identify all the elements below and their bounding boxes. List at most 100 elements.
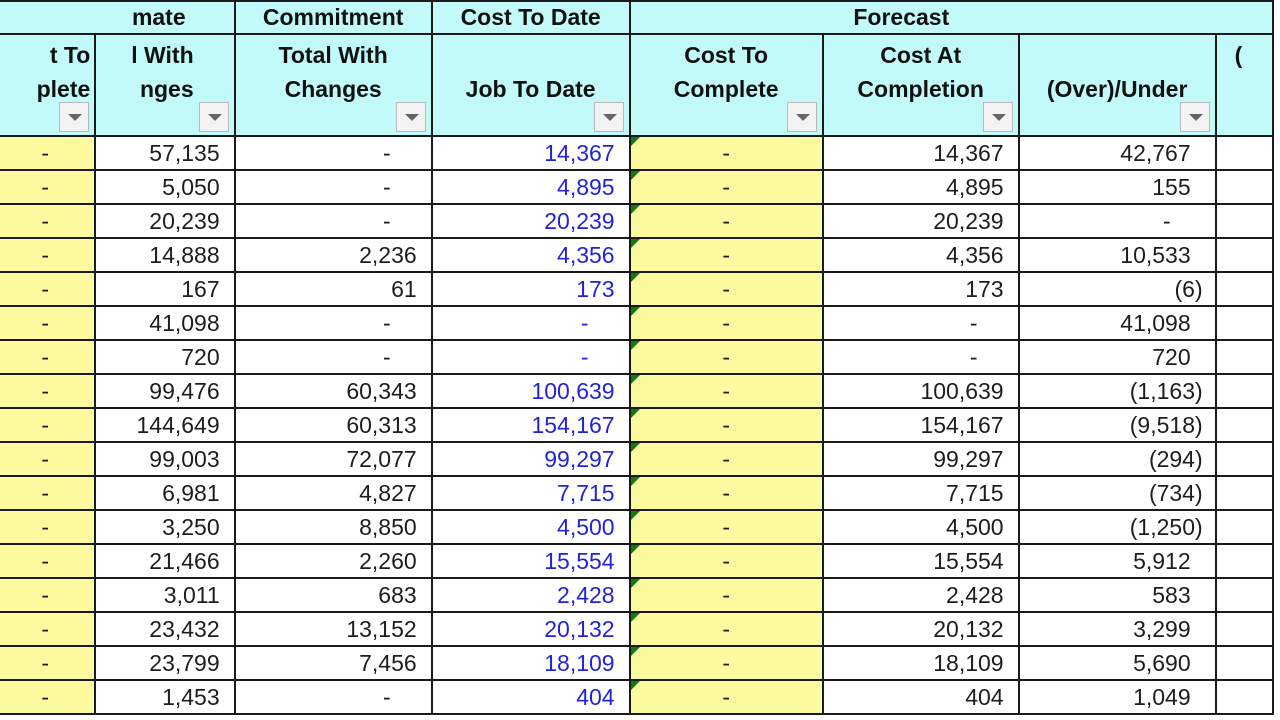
cell-over-under[interactable]: 1,049	[1017, 679, 1217, 715]
cell-job-to-date[interactable]: -	[430, 339, 631, 375]
cell-cost-at-completion[interactable]: 15,554	[821, 543, 1020, 579]
cell-commitment-total[interactable]: 8,850	[233, 509, 433, 545]
cell-job-to-date[interactable]: 15,554	[430, 543, 631, 579]
cell-cost-at-completion[interactable]: -	[821, 339, 1020, 375]
cell-estimate-total[interactable]: 3,250	[94, 509, 236, 545]
cell-cost-to-complete[interactable]: -	[628, 441, 824, 477]
cell-next[interactable]	[1214, 169, 1275, 205]
cell-cost-to-complete-prev[interactable]: -	[0, 543, 97, 579]
cell-cost-at-completion[interactable]: 2,428	[821, 577, 1020, 613]
cell-cost-to-complete[interactable]: -	[628, 509, 824, 545]
cell-job-to-date[interactable]: 173	[430, 271, 631, 307]
filter-dropdown-button[interactable]	[593, 102, 624, 132]
cell-cost-to-complete-prev[interactable]: -	[0, 135, 97, 171]
cell-commitment-total[interactable]: 60,343	[233, 373, 433, 409]
cell-estimate-total[interactable]: 99,476	[94, 373, 236, 409]
cell-cost-to-complete-prev[interactable]: -	[0, 169, 97, 205]
cell-cost-to-complete[interactable]: -	[628, 679, 824, 715]
cell-job-to-date[interactable]: 404	[430, 679, 631, 715]
cell-commitment-total[interactable]: -	[233, 305, 433, 341]
cell-commitment-total[interactable]: 72,077	[233, 441, 433, 477]
cell-estimate-total[interactable]: 167	[94, 271, 236, 307]
cell-next[interactable]	[1214, 237, 1275, 273]
cell-commitment-total[interactable]: 13,152	[233, 611, 433, 647]
cell-over-under[interactable]: 5,690	[1017, 645, 1217, 681]
cell-job-to-date[interactable]: 154,167	[430, 407, 631, 443]
cell-estimate-total[interactable]: 720	[94, 339, 236, 375]
filter-dropdown-button[interactable]	[59, 102, 90, 132]
cell-cost-at-completion[interactable]: 18,109	[821, 645, 1020, 681]
cell-cost-to-complete[interactable]: -	[628, 543, 824, 579]
cell-next[interactable]	[1214, 135, 1275, 171]
filter-dropdown-button[interactable]	[1179, 102, 1210, 132]
cell-commitment-total[interactable]: -	[233, 203, 433, 239]
cell-cost-to-complete[interactable]: -	[628, 203, 824, 239]
filter-dropdown-button[interactable]	[198, 102, 229, 132]
cell-estimate-total[interactable]: 3,011	[94, 577, 236, 613]
cell-cost-to-complete[interactable]: -	[628, 237, 824, 273]
cell-estimate-total[interactable]: 1,453	[94, 679, 236, 715]
cell-cost-at-completion[interactable]: 20,132	[821, 611, 1020, 647]
cell-cost-to-complete[interactable]: -	[628, 169, 824, 205]
cell-over-under[interactable]: 42,767	[1017, 135, 1217, 171]
cell-over-under[interactable]: (6)	[1017, 271, 1217, 307]
cell-cost-to-complete[interactable]: -	[628, 577, 824, 613]
cell-cost-to-complete[interactable]: -	[628, 475, 824, 511]
cell-cost-to-complete-prev[interactable]: -	[0, 577, 97, 613]
cell-commitment-total[interactable]: 2,260	[233, 543, 433, 579]
cell-commitment-total[interactable]: 7,456	[233, 645, 433, 681]
cell-over-under[interactable]: 720	[1017, 339, 1217, 375]
cell-next[interactable]	[1214, 373, 1275, 409]
cell-job-to-date[interactable]: -	[430, 305, 631, 341]
cell-cost-at-completion[interactable]: 7,715	[821, 475, 1020, 511]
cell-estimate-total[interactable]: 5,050	[94, 169, 236, 205]
cell-commitment-total[interactable]: -	[233, 169, 433, 205]
cell-estimate-total[interactable]: 23,432	[94, 611, 236, 647]
cell-job-to-date[interactable]: 4,500	[430, 509, 631, 545]
cell-estimate-total[interactable]: 144,649	[94, 407, 236, 443]
cell-cost-at-completion[interactable]: 404	[821, 679, 1020, 715]
cell-cost-to-complete[interactable]: -	[628, 407, 824, 443]
cell-over-under[interactable]: 155	[1017, 169, 1217, 205]
filter-dropdown-button[interactable]	[786, 102, 817, 132]
filter-dropdown-button[interactable]	[395, 102, 426, 132]
cell-cost-to-complete-prev[interactable]: -	[0, 645, 97, 681]
cell-commitment-total[interactable]: 61	[233, 271, 433, 307]
cell-estimate-total[interactable]: 99,003	[94, 441, 236, 477]
cell-cost-at-completion[interactable]: 20,239	[821, 203, 1020, 239]
cell-cost-to-complete-prev[interactable]: -	[0, 679, 97, 715]
cell-cost-to-complete[interactable]: -	[628, 339, 824, 375]
cell-job-to-date[interactable]: 20,239	[430, 203, 631, 239]
cell-cost-to-complete-prev[interactable]: -	[0, 509, 97, 545]
cell-estimate-total[interactable]: 14,888	[94, 237, 236, 273]
cell-cost-to-complete[interactable]: -	[628, 135, 824, 171]
cell-next[interactable]	[1214, 339, 1275, 375]
cell-over-under[interactable]: 3,299	[1017, 611, 1217, 647]
cell-cost-to-complete-prev[interactable]: -	[0, 611, 97, 647]
cell-cost-to-complete-prev[interactable]: -	[0, 475, 97, 511]
cell-cost-at-completion[interactable]: 4,895	[821, 169, 1020, 205]
cell-over-under[interactable]: 41,098	[1017, 305, 1217, 341]
cell-over-under[interactable]: (9,518)	[1017, 407, 1217, 443]
cell-next[interactable]	[1214, 271, 1275, 307]
cell-cost-to-complete-prev[interactable]: -	[0, 271, 97, 307]
cell-commitment-total[interactable]: -	[233, 679, 433, 715]
cell-next[interactable]	[1214, 577, 1275, 613]
cell-over-under[interactable]: 5,912	[1017, 543, 1217, 579]
cell-cost-to-complete-prev[interactable]: -	[0, 305, 97, 341]
cell-job-to-date[interactable]: 100,639	[430, 373, 631, 409]
cell-commitment-total[interactable]: -	[233, 339, 433, 375]
cell-over-under[interactable]: (294)	[1017, 441, 1217, 477]
cell-cost-to-complete[interactable]: -	[628, 305, 824, 341]
cell-cost-at-completion[interactable]: 99,297	[821, 441, 1020, 477]
cell-next[interactable]	[1214, 305, 1275, 341]
cell-cost-to-complete[interactable]: -	[628, 611, 824, 647]
cell-cost-to-complete[interactable]: -	[628, 271, 824, 307]
cell-next[interactable]	[1214, 441, 1275, 477]
cell-job-to-date[interactable]: 18,109	[430, 645, 631, 681]
cell-next[interactable]	[1214, 509, 1275, 545]
cell-cost-to-complete-prev[interactable]: -	[0, 339, 97, 375]
cell-next[interactable]	[1214, 679, 1275, 715]
cell-next[interactable]	[1214, 203, 1275, 239]
cell-cost-to-complete-prev[interactable]: -	[0, 407, 97, 443]
